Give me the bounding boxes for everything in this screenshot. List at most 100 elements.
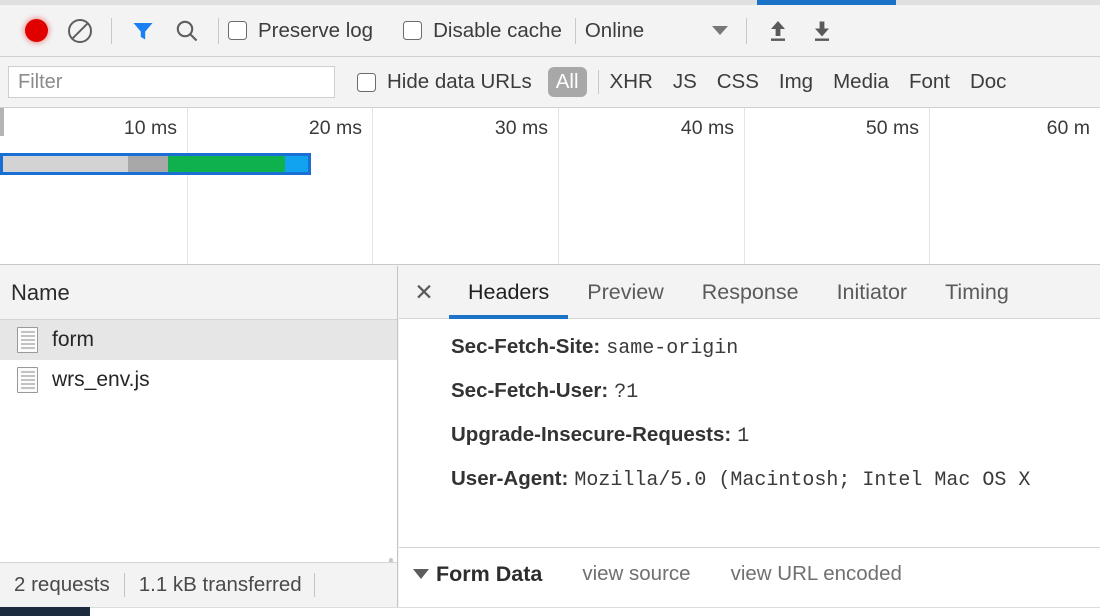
waterfall-bar[interactable]: [0, 153, 311, 175]
form-data-title: Form Data: [436, 561, 543, 586]
table-row[interactable]: form: [0, 320, 397, 360]
download-arrow-icon: [808, 17, 836, 45]
tab-initiator[interactable]: Initiator: [818, 266, 927, 319]
column-header-name: Name: [11, 279, 70, 305]
devtools-network-panel: Preserve log Disable cache Online Filter…: [0, 0, 1100, 616]
document-icon: [17, 327, 38, 353]
ruler-tick-label: 50 ms: [865, 117, 919, 139]
ruler-origin-tick: [0, 108, 4, 136]
request-name: wrs_env.js: [52, 368, 150, 391]
record-button[interactable]: [14, 9, 58, 53]
form-data-header[interactable]: Form Data view source view URL encoded: [399, 548, 1100, 600]
import-har-button[interactable]: [756, 9, 800, 53]
throttling-value: Online: [584, 18, 645, 42]
waterfall-segment-queueing: [3, 156, 128, 172]
record-dot-icon: [24, 19, 48, 42]
filter-type-media[interactable]: Media: [833, 70, 889, 94]
preserve-log-box: [228, 21, 247, 40]
toolbar-divider-3: [574, 17, 576, 44]
waterfall-segment-stalled: [128, 156, 168, 172]
header-name: User-Agent:: [451, 467, 569, 490]
request-headers-list: Sec-Fetch-Site: same-origin Sec-Fetch-User…: [399, 319, 1100, 547]
disable-cache-checkbox[interactable]: Disable cache: [403, 19, 562, 43]
preserve-log-label: Preserve log: [258, 18, 374, 42]
status-divider-1: [123, 573, 125, 597]
throttling-select[interactable]: Online: [584, 18, 729, 43]
ruler-tick-label: 10 ms: [123, 117, 177, 139]
requests-count: 2 requests: [14, 573, 110, 596]
close-x-icon[interactable]: ✕: [399, 279, 449, 306]
hide-data-urls-checkbox[interactable]: Hide data URLs: [357, 70, 532, 94]
hide-data-urls-label: Hide data URLs: [387, 70, 532, 93]
filter-type-doc[interactable]: Doc: [970, 70, 1006, 94]
toolbar-divider-1: [111, 17, 112, 44]
tab-response[interactable]: Response: [683, 266, 818, 319]
network-toolbar: Preserve log Disable cache Online: [0, 5, 1100, 57]
network-status-bar: 2 requests 1.1 kB transferred: [0, 562, 398, 607]
tab-headers[interactable]: Headers: [449, 266, 569, 319]
network-overview-timeline[interactable]: 10 ms 20 ms 30 ms 40 ms 50 ms 60 m: [0, 108, 1100, 265]
ruler-tick-label: 30 ms: [494, 117, 548, 139]
form-data-section: Form Data view source view URL encoded n…: [399, 547, 1100, 616]
header-value: ?1: [614, 381, 639, 404]
waterfall-segment-waiting: [168, 156, 285, 172]
filter-toggle-button[interactable]: [121, 9, 165, 53]
tab-preview[interactable]: Preview: [568, 266, 682, 319]
request-name: form: [52, 328, 94, 351]
window-bottom-accent: [0, 607, 90, 616]
header-value: Mozilla/5.0 (Macintosh; Intel Mac OS X: [574, 469, 1031, 492]
header-row: User-Agent: Mozilla/5.0 (Macintosh; Intel…: [451, 457, 1100, 501]
table-row[interactable]: wrs_env.js: [0, 360, 397, 400]
disable-cache-box: [403, 21, 423, 40]
filter-type-xhr[interactable]: XHR: [610, 70, 653, 94]
search-button[interactable]: [165, 9, 209, 53]
header-name: Sec-Fetch-Site:: [451, 335, 601, 358]
header-row: Sec-Fetch-User: ?1: [451, 369, 1100, 413]
waterfall-segments: [3, 156, 308, 172]
header-row: Sec-Fetch-Site: same-origin: [451, 325, 1100, 369]
ruler-tick-label: 40 ms: [680, 117, 734, 139]
header-value: same-origin: [606, 337, 739, 360]
ruler-divider: [558, 108, 559, 264]
ruler-tick-label: 20 ms: [308, 117, 362, 139]
filter-bar: Hide data URLs All XHR JS CSS Img Media …: [0, 57, 1100, 108]
filter-type-js[interactable]: JS: [673, 70, 697, 94]
ruler-divider: [929, 108, 930, 264]
filter-type-divider: [597, 70, 599, 94]
window-bottom-strip: [90, 607, 1100, 616]
document-icon: [17, 367, 38, 393]
filter-type-css[interactable]: CSS: [717, 70, 759, 94]
header-row: Upgrade-Insecure-Requests: 1: [451, 413, 1100, 457]
ruler-divider: [744, 108, 745, 264]
header-name: Upgrade-Insecure-Requests:: [451, 423, 732, 446]
waterfall-segment-download: [285, 156, 308, 172]
filter-type-all[interactable]: All: [547, 67, 587, 97]
ruler-tick-label: 60 m: [1046, 117, 1090, 139]
tab-timing[interactable]: Timing: [926, 266, 1028, 319]
chevron-down-icon: [712, 26, 729, 35]
clear-button[interactable]: [58, 9, 102, 53]
hide-data-urls-box: [357, 72, 376, 92]
toolbar-divider-2: [218, 17, 219, 44]
export-har-button[interactable]: [800, 9, 844, 53]
view-source-link[interactable]: view source: [582, 562, 690, 586]
disable-cache-label: Disable cache: [433, 18, 562, 42]
search-input[interactable]: [8, 66, 335, 98]
transferred-size: 1.1 kB transferred: [138, 573, 302, 596]
ruler-divider: [187, 108, 188, 264]
funnel-filter-icon: [130, 18, 156, 44]
request-detail-panel: ✕ Headers Preview Response Initiator Tim…: [399, 266, 1100, 616]
request-list-header[interactable]: Name: [0, 266, 397, 320]
header-value: 1: [737, 425, 750, 448]
view-url-encoded-link[interactable]: view URL encoded: [731, 562, 902, 586]
magnifier-search-icon: [174, 18, 200, 44]
clear-no-entry-icon: [66, 17, 94, 45]
ruler-divider: [372, 108, 373, 264]
header-name: Sec-Fetch-User:: [451, 379, 609, 402]
filter-type-img[interactable]: Img: [779, 70, 813, 94]
triangle-down-icon[interactable]: [413, 569, 429, 579]
status-divider-2: [313, 573, 315, 597]
upload-arrow-icon: [764, 17, 792, 45]
filter-type-font[interactable]: Font: [909, 70, 950, 94]
preserve-log-checkbox[interactable]: Preserve log: [228, 19, 373, 43]
